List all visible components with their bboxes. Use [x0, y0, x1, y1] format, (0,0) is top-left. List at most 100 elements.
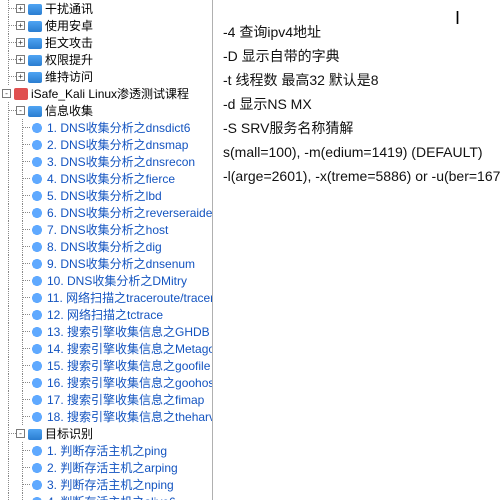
lesson-link[interactable]: 12. 网络扫描之tctrace	[47, 306, 163, 323]
nav-tree-sidebar[interactable]: +干扰通讯+使用安卓+拒文攻击+权限提升+维持访问-iSafe_Kali Lin…	[0, 0, 213, 500]
expander-icon[interactable]: +	[16, 38, 25, 47]
lesson-link[interactable]: 8. DNS收集分析之dig	[47, 238, 162, 255]
expander-icon[interactable]: -	[16, 429, 25, 438]
content-line: -l(arge=2601), -x(treme=5886) or -u(ber=…	[223, 164, 494, 188]
tree-leaf[interactable]: 7. DNS收集分析之host	[2, 221, 212, 238]
lesson-icon	[30, 359, 44, 373]
folder-icon	[28, 4, 42, 15]
lesson-icon	[30, 495, 44, 500]
expander-icon[interactable]: -	[2, 89, 11, 98]
lesson-icon	[30, 138, 44, 152]
tree-leaf[interactable]: 9. DNS收集分析之dnsenum	[2, 255, 212, 272]
folder-icon	[28, 38, 42, 49]
lesson-link[interactable]: 16. 搜索引擎收集信息之goohost	[47, 374, 213, 391]
lesson-icon	[30, 257, 44, 271]
tree-leaf[interactable]: 3. 判断存活主机之nping	[2, 476, 212, 493]
lesson-link[interactable]: 14. 搜索引擎收集信息之Metagoofil	[47, 340, 213, 357]
lesson-icon	[30, 206, 44, 220]
lesson-link[interactable]: 2. DNS收集分析之dnsmap	[47, 136, 188, 153]
folder-icon	[28, 21, 42, 32]
tree-label: 拒文攻击	[45, 34, 93, 51]
content-line: s(mall=100), -m(edium=1419) (DEFAULT)	[223, 140, 494, 164]
section-label: 目标识别	[45, 425, 93, 442]
course-label: iSafe_Kali Linux渗透测试课程	[31, 85, 189, 102]
folder-icon	[28, 72, 42, 83]
tree-node-section[interactable]: - 信息收集	[2, 102, 212, 119]
lesson-icon	[30, 172, 44, 186]
tree-leaf[interactable]: 18. 搜索引擎收集信息之theharvester	[2, 408, 212, 425]
tree-leaf[interactable]: 11. 网络扫描之traceroute/tracert	[2, 289, 212, 306]
expander-icon[interactable]: -	[16, 106, 25, 115]
lesson-link[interactable]: 4. DNS收集分析之fierce	[47, 170, 175, 187]
lesson-icon	[30, 444, 44, 458]
lesson-icon	[30, 325, 44, 339]
tree-leaf[interactable]: 16. 搜索引擎收集信息之goohost	[2, 374, 212, 391]
tree-leaf[interactable]: 5. DNS收集分析之lbd	[2, 187, 212, 204]
lesson-link[interactable]: 3. 判断存活主机之nping	[47, 476, 174, 493]
lesson-link[interactable]: 4. 判断存活主机之alive6	[47, 493, 176, 500]
lesson-icon	[30, 376, 44, 390]
tree-label: 权限提升	[45, 51, 93, 68]
lesson-link[interactable]: 10. DNS收集分析之DMitry	[47, 272, 187, 289]
expander-icon[interactable]: +	[16, 72, 25, 81]
tree-leaf[interactable]: 4. DNS收集分析之fierce	[2, 170, 212, 187]
tree-leaf[interactable]: 17. 搜索引擎收集信息之fimap	[2, 391, 212, 408]
lesson-link[interactable]: 13. 搜索引擎收集信息之GHDB	[47, 323, 210, 340]
lesson-link[interactable]: 11. 网络扫描之traceroute/tracert	[47, 289, 213, 306]
lesson-link[interactable]: 7. DNS收集分析之host	[47, 221, 168, 238]
section-label: 信息收集	[45, 102, 93, 119]
tree-leaf[interactable]: 1. DNS收集分析之dnsdict6	[2, 119, 212, 136]
tree-leaf[interactable]: 2. DNS收集分析之dnsmap	[2, 136, 212, 153]
lesson-link[interactable]: 5. DNS收集分析之lbd	[47, 187, 162, 204]
content-line: -S SRV服务名称猜解	[223, 116, 494, 140]
text-cursor-icon: I	[455, 6, 460, 30]
tree-leaf[interactable]: 12. 网络扫描之tctrace	[2, 306, 212, 323]
tree-node[interactable]: + 维持访问	[2, 68, 212, 85]
lesson-icon	[30, 478, 44, 492]
lesson-link[interactable]: 6. DNS收集分析之reverseraider	[47, 204, 213, 221]
content-line: -t 线程数 最高32 默认是8	[223, 68, 494, 92]
lesson-icon	[30, 121, 44, 135]
lesson-link[interactable]: 18. 搜索引擎收集信息之theharvester	[47, 408, 213, 425]
lesson-icon	[30, 291, 44, 305]
tree-node[interactable]: + 权限提升	[2, 51, 212, 68]
lesson-link[interactable]: 1. DNS收集分析之dnsdict6	[47, 119, 190, 136]
tree-label: 维持访问	[45, 68, 93, 85]
tree-node-course[interactable]: - iSafe_Kali Linux渗透测试课程	[2, 85, 212, 102]
tree-leaf[interactable]: 3. DNS收集分析之dnsrecon	[2, 153, 212, 170]
folder-icon	[28, 106, 42, 117]
tree-label: 使用安卓	[45, 17, 93, 34]
expander-icon[interactable]: +	[16, 55, 25, 64]
tree-leaf[interactable]: 1. 判断存活主机之ping	[2, 442, 212, 459]
lesson-link[interactable]: 1. 判断存活主机之ping	[47, 442, 167, 459]
tree-node[interactable]: + 使用安卓	[2, 17, 212, 34]
lesson-icon	[30, 274, 44, 288]
tree-leaf[interactable]: 6. DNS收集分析之reverseraider	[2, 204, 212, 221]
lesson-link[interactable]: 9. DNS收集分析之dnsenum	[47, 255, 195, 272]
tree-node[interactable]: + 拒文攻击	[2, 34, 212, 51]
tree-leaf[interactable]: 13. 搜索引擎收集信息之GHDB	[2, 323, 212, 340]
expander-icon[interactable]: +	[16, 21, 25, 30]
content-line: -4 查询ipv4地址	[223, 20, 494, 44]
tree-leaf[interactable]: 10. DNS收集分析之DMitry	[2, 272, 212, 289]
lesson-link[interactable]: 3. DNS收集分析之dnsrecon	[47, 153, 195, 170]
expander-icon[interactable]: +	[16, 4, 25, 13]
tree-node[interactable]: +干扰通讯	[2, 0, 212, 17]
tree-leaf[interactable]: 8. DNS收集分析之dig	[2, 238, 212, 255]
tree-leaf[interactable]: 2. 判断存活主机之arping	[2, 459, 212, 476]
lesson-icon	[30, 410, 44, 424]
lesson-icon	[30, 189, 44, 203]
lesson-link[interactable]: 15. 搜索引擎收集信息之goofile	[47, 357, 210, 374]
lesson-icon	[30, 240, 44, 254]
lesson-icon	[30, 155, 44, 169]
tree-leaf[interactable]: 4. 判断存活主机之alive6	[2, 493, 212, 500]
tree-leaf[interactable]: 15. 搜索引擎收集信息之goofile	[2, 357, 212, 374]
lesson-icon	[30, 308, 44, 322]
content-line: -D 显示自带的字典	[223, 44, 494, 68]
tree-leaf[interactable]: 14. 搜索引擎收集信息之Metagoofil	[2, 340, 212, 357]
lesson-icon	[30, 393, 44, 407]
content-line: -d 显示NS MX	[223, 92, 494, 116]
lesson-link[interactable]: 17. 搜索引擎收集信息之fimap	[47, 391, 204, 408]
lesson-link[interactable]: 2. 判断存活主机之arping	[47, 459, 178, 476]
tree-node-section[interactable]: - 目标识别	[2, 425, 212, 442]
